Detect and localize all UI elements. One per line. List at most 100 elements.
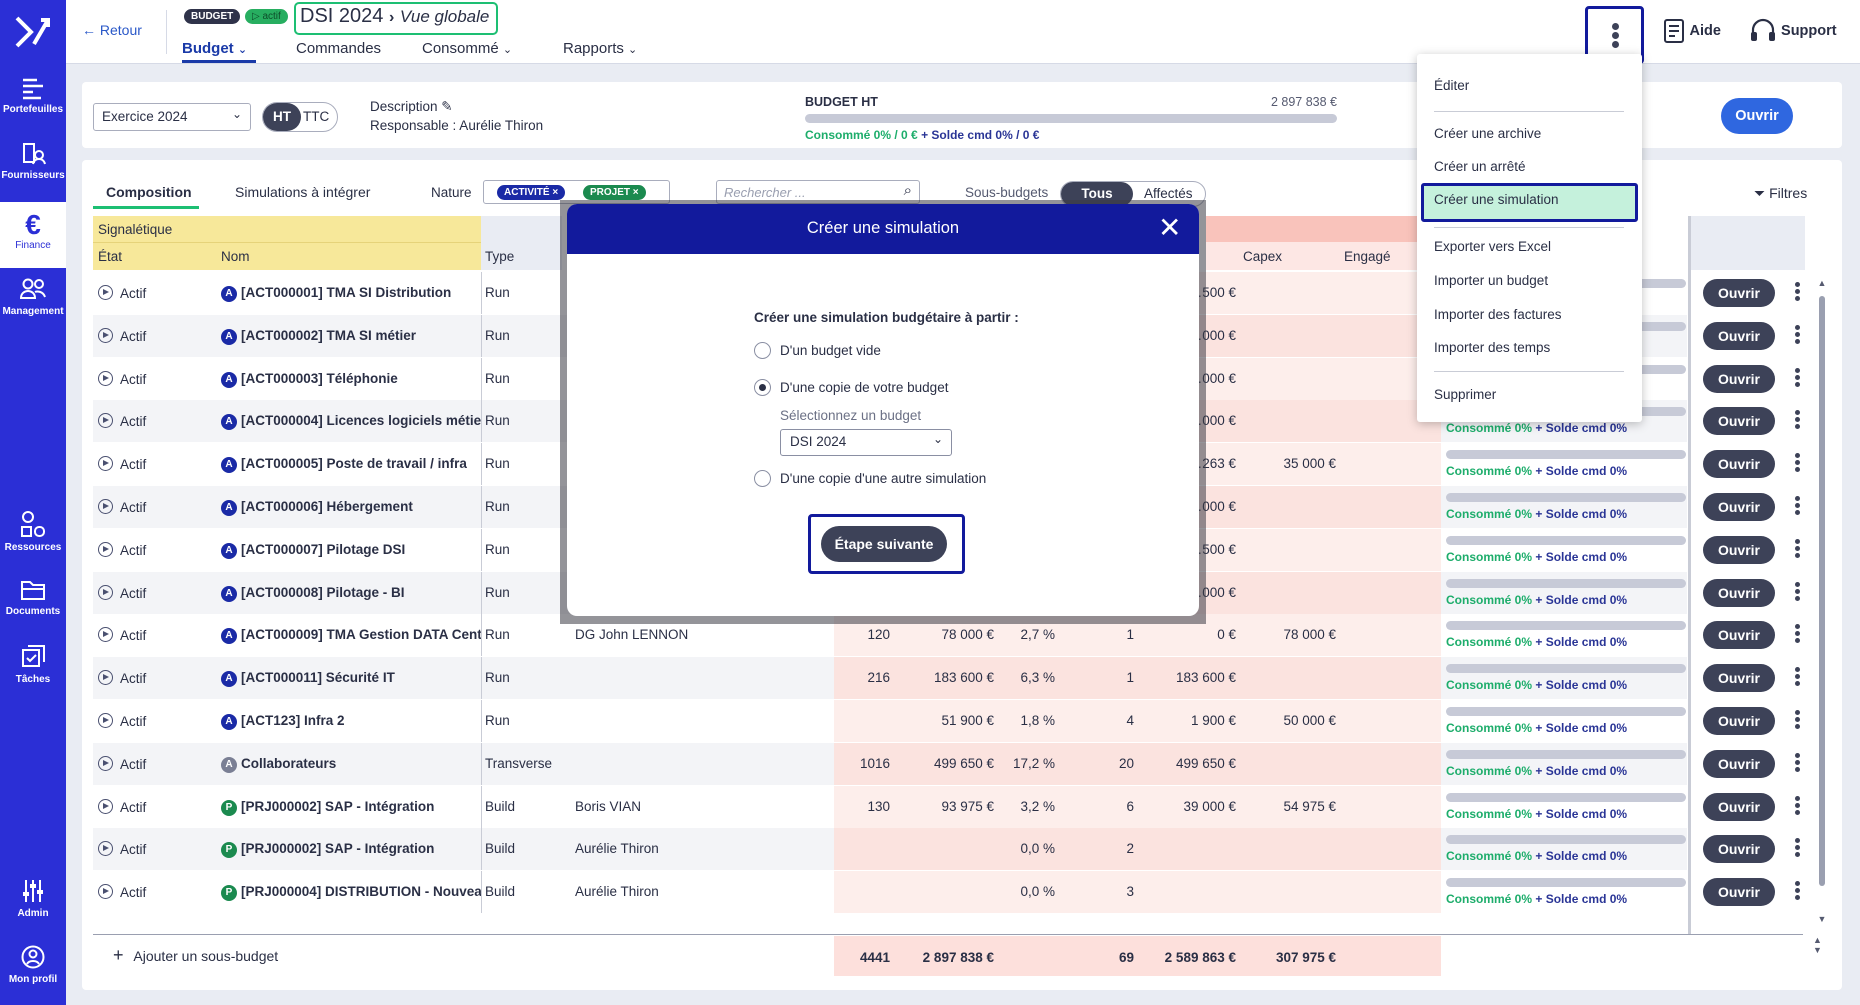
row-kebab-icon[interactable] [1795,494,1801,517]
option-copy-sim-label[interactable]: D'une copie d'une autre simulation [780,471,986,486]
add-sub-budget-button[interactable]: + Ajouter un sous-budget [113,945,278,966]
filters-button[interactable]: ⏷ Filtres [1754,185,1807,202]
toggle-ttc[interactable]: TTC [303,109,329,124]
row-kebab-icon[interactable] [1795,580,1801,603]
seg-affectes[interactable]: Affectés [1144,186,1193,201]
row-open-button[interactable]: Ouvrir [1703,664,1775,692]
row-open-button[interactable]: Ouvrir [1703,707,1775,735]
sidebar-item-profil[interactable]: Mon profil [0,944,66,985]
chip-activite[interactable]: ACTIVITÉ × [497,185,566,200]
cell-nom[interactable]: A [ACT000003] Téléphonie [221,371,481,388]
option-copy-budget-label[interactable]: D'une copie de votre budget [780,380,948,395]
row-kebab-icon[interactable] [1795,879,1801,902]
row-open-button[interactable]: Ouvrir [1703,621,1775,649]
menu-item-importer-temps[interactable]: Importer des temps [1434,340,1550,355]
cell-nom[interactable]: A [ACT000007] Pilotage DSI [221,542,481,559]
close-icon[interactable]: × [552,187,558,198]
row-open-button[interactable]: Ouvrir [1703,407,1775,435]
tab-consomme[interactable]: Consommé ⌄ [422,40,512,57]
sidebar-item-ressources[interactable]: Ressources [0,510,66,553]
cell-nom[interactable]: A [ACT000006] Hébergement [221,499,481,516]
chip-projet[interactable]: PROJET × [583,185,646,200]
row-open-button[interactable]: Ouvrir [1703,365,1775,393]
menu-item-editer[interactable]: Éditer [1434,78,1469,93]
sidebar-item-taches[interactable]: Tâches [0,644,66,685]
sidebar-item-fournisseurs[interactable]: Fournisseurs [0,140,66,181]
back-link[interactable]: ← Retour [82,22,142,38]
cell-nom[interactable]: A [ACT000004] Licences logiciels métiers [221,413,481,430]
ht-ttc-toggle[interactable]: HT TTC [262,102,338,132]
cell-nom[interactable]: A [ACT000002] TMA SI métier [221,328,481,345]
cell-nom[interactable]: A [ACT000008] Pilotage - BI [221,585,481,602]
radio-copy-simulation[interactable] [754,470,771,487]
menu-item-exporter-excel[interactable]: Exporter vers Excel [1434,239,1551,254]
row-kebab-icon[interactable] [1795,836,1801,859]
cell-nom[interactable]: A [ACT000009] TMA Gestion DATA Center [221,627,481,644]
row-kebab-icon[interactable] [1795,665,1801,688]
row-open-button[interactable]: Ouvrir [1703,536,1775,564]
description-label[interactable]: Description ✎ [370,99,453,115]
open-budget-button[interactable]: Ouvrir [1721,98,1793,134]
menu-item-supprimer[interactable]: Supprimer [1434,387,1496,402]
cell-nom[interactable]: A [ACT000005] Poste de travail / infra [221,456,481,473]
menu-item-importer-budget[interactable]: Importer un budget [1434,273,1548,288]
row-kebab-icon[interactable] [1795,280,1801,303]
toggle-ht[interactable]: HT [263,103,301,131]
tab-simulations[interactable]: Simulations à intégrer [235,184,370,200]
sidebar-item-finance[interactable]: € Finance [0,202,66,268]
row-kebab-icon[interactable] [1795,408,1801,431]
row-kebab-icon[interactable] [1795,708,1801,731]
row-open-button[interactable]: Ouvrir [1703,579,1775,607]
option-empty-label[interactable]: D'un budget vide [780,343,881,358]
row-open-button[interactable]: Ouvrir [1703,493,1775,521]
radio-empty-budget[interactable] [754,342,771,359]
row-open-button[interactable]: Ouvrir [1703,322,1775,350]
app-logo[interactable] [14,14,52,50]
cell-nom[interactable]: A [ACT000001] TMA SI Distribution [221,285,481,302]
tab-rapports[interactable]: Rapports ⌄ [563,40,637,57]
row-kebab-icon[interactable] [1795,323,1801,346]
row-kebab-icon[interactable] [1795,451,1801,474]
scroll-up-icon[interactable]: ▲ [1816,278,1828,288]
row-open-button[interactable]: Ouvrir [1703,750,1775,778]
row-kebab-icon[interactable] [1795,751,1801,774]
cell-nom[interactable]: A Collaborateurs [221,756,481,773]
table-scrollbar[interactable]: ▲ ▼ [1816,278,1828,924]
cell-nom[interactable]: A [ACT123] Infra 2 [221,713,481,730]
tab-commandes[interactable]: Commandes [296,40,381,57]
radio-copy-budget[interactable] [754,379,771,396]
scroll-up-icon[interactable]: ▲ ▼ [1813,935,1822,955]
sidebar-item-documents[interactable]: Documents [0,578,66,617]
row-open-button[interactable]: Ouvrir [1703,279,1775,307]
cell-nom[interactable]: A [ACT000011] Sécurité IT [221,670,481,687]
sidebar-item-management[interactable]: Management [0,276,66,317]
col-etat[interactable]: État [98,249,122,264]
exercise-select[interactable]: Exercice 2024 ⌄ [93,103,251,131]
scroll-down-icon[interactable]: ▼ [1816,914,1828,924]
next-step-button[interactable]: Étape suivante [821,526,947,562]
tab-composition[interactable]: Composition [106,184,192,200]
support-button[interactable]: Support [1749,18,1837,44]
sidebar-item-admin[interactable]: Admin [0,878,66,919]
row-kebab-icon[interactable] [1795,622,1801,645]
close-icon[interactable]: × [633,187,639,198]
row-open-button[interactable]: Ouvrir [1703,793,1775,821]
row-kebab-icon[interactable] [1795,537,1801,560]
col-capex[interactable]: Capex [1243,249,1282,264]
row-open-button[interactable]: Ouvrir [1703,835,1775,863]
row-kebab-icon[interactable] [1795,366,1801,389]
sidebar-item-portefeuilles[interactable]: Portefeuilles [0,76,66,115]
close-icon[interactable]: ✕ [1158,214,1181,242]
col-type[interactable]: Type [485,249,514,264]
row-open-button[interactable]: Ouvrir [1703,450,1775,478]
row-kebab-icon[interactable] [1795,794,1801,817]
budget-select[interactable]: DSI 2024 ⌄ [780,429,952,456]
cell-nom[interactable]: P [PRJ000004] DISTRIBUTION - Nouveau [221,884,481,901]
menu-item-creer-arrete[interactable]: Créer un arrêté [1434,159,1526,174]
col-nom[interactable]: Nom [221,249,250,264]
menu-item-creer-archive[interactable]: Créer une archive [1434,126,1541,141]
cell-nom[interactable]: P [PRJ000002] SAP - Intégration [221,841,481,858]
scrollbar-thumb[interactable] [1819,296,1825,886]
col-engage[interactable]: Engagé [1344,249,1391,264]
cell-nom[interactable]: P [PRJ000002] SAP - Intégration [221,799,481,816]
